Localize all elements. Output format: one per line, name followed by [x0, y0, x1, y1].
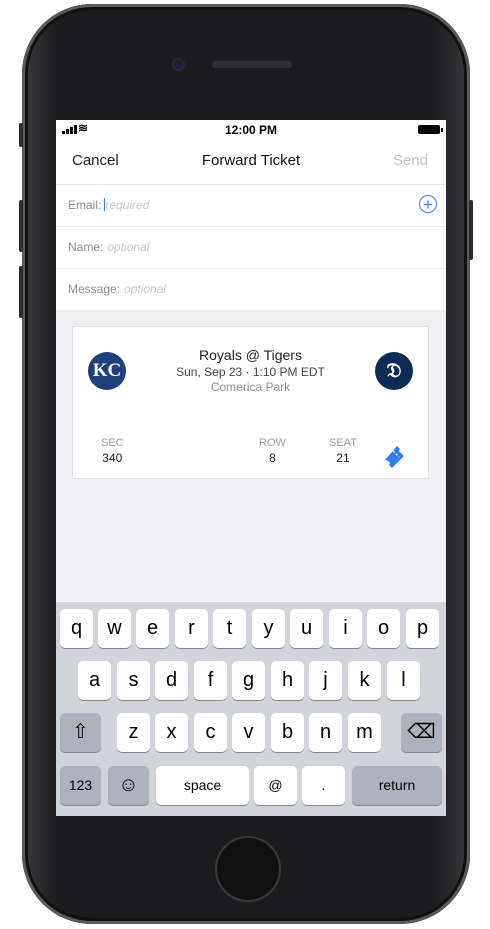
- key-q[interactable]: q: [60, 609, 93, 648]
- return-key[interactable]: return: [352, 766, 442, 805]
- forward-form: Email: required + Name: optional Message: o…: [56, 185, 446, 310]
- key-y[interactable]: y: [252, 609, 285, 648]
- key-w[interactable]: w: [98, 609, 131, 648]
- matchup: Royals @ Tigers: [199, 347, 302, 363]
- volume-up-button: [19, 200, 23, 252]
- numbers-key[interactable]: 123: [60, 766, 101, 805]
- email-placeholder: required: [105, 198, 150, 212]
- key-k[interactable]: k: [348, 661, 381, 700]
- ticket-icon: [385, 446, 404, 468]
- at-key[interactable]: @: [254, 766, 297, 805]
- message-label: Message: optional: [68, 282, 167, 296]
- status-bar: ≋ 12:00 PM: [56, 120, 446, 140]
- key-a[interactable]: a: [78, 661, 111, 700]
- venue: Comerica Park: [210, 380, 291, 394]
- key-t[interactable]: t: [213, 609, 246, 648]
- mute-switch: [19, 123, 23, 147]
- add-contact-button[interactable]: +: [419, 195, 437, 213]
- front-camera: [174, 60, 183, 69]
- key-v[interactable]: v: [232, 713, 265, 752]
- key-c[interactable]: c: [194, 713, 227, 752]
- key-u[interactable]: u: [290, 609, 323, 648]
- emoji-key[interactable]: ☺: [108, 766, 149, 805]
- section-info: SEC 340: [101, 437, 124, 465]
- message-placeholder: optional: [124, 282, 167, 296]
- send-button[interactable]: Send: [393, 152, 428, 169]
- page-title: Forward Ticket: [201, 152, 301, 169]
- battery-icon: [418, 125, 443, 134]
- key-s[interactable]: s: [117, 661, 150, 700]
- keyboard: q w e r t y u i o p a s d f g h j k l ⇧ …: [56, 602, 446, 816]
- key-f[interactable]: f: [194, 661, 227, 700]
- ticket-card: KC Royals @ Tigers Sun, Sep 23 · 1:10 PM…: [72, 326, 429, 479]
- key-z[interactable]: z: [117, 713, 150, 752]
- seat-info: SEAT 21: [329, 437, 357, 465]
- email-field[interactable]: Email: required +: [56, 185, 446, 227]
- email-label: Email: required: [68, 198, 150, 212]
- key-n[interactable]: n: [309, 713, 342, 752]
- navigation-bar: Cancel Forward Ticket Send: [56, 140, 446, 185]
- section-value: 340: [102, 451, 123, 465]
- space-key[interactable]: space: [156, 766, 249, 805]
- row-info: ROW 8: [259, 437, 286, 465]
- name-label: Name: optional: [68, 240, 150, 254]
- key-m[interactable]: m: [348, 713, 381, 752]
- key-g[interactable]: g: [232, 661, 265, 700]
- seat-value: 21: [336, 451, 350, 465]
- row-label: ROW: [259, 437, 286, 449]
- status-time: 12:00 PM: [224, 123, 278, 137]
- screen: ≋ 12:00 PM Cancel Forward Ticket Send Em…: [56, 120, 446, 816]
- key-p[interactable]: p: [406, 609, 439, 648]
- home-button[interactable]: [215, 836, 281, 902]
- message-field[interactable]: Message: optional: [56, 269, 446, 310]
- power-button: [469, 200, 473, 260]
- key-h[interactable]: h: [271, 661, 304, 700]
- key-r[interactable]: r: [175, 609, 208, 648]
- tigers-logo: 𝔇: [375, 352, 413, 390]
- seat-label: SEAT: [329, 437, 357, 449]
- shift-key[interactable]: ⇧: [60, 713, 101, 752]
- volume-down-button: [19, 266, 23, 318]
- delete-key[interactable]: ⌫: [401, 713, 442, 752]
- key-b[interactable]: b: [271, 713, 304, 752]
- key-i[interactable]: i: [329, 609, 362, 648]
- key-d[interactable]: d: [155, 661, 188, 700]
- name-placeholder: optional: [107, 240, 150, 254]
- key-x[interactable]: x: [155, 713, 188, 752]
- name-field[interactable]: Name: optional: [56, 227, 446, 269]
- earpiece-speaker: [212, 61, 292, 68]
- section-label: SEC: [101, 437, 124, 449]
- row-value: 8: [269, 451, 276, 465]
- key-l[interactable]: l: [387, 661, 420, 700]
- key-o[interactable]: o: [367, 609, 400, 648]
- key-e[interactable]: e: [136, 609, 169, 648]
- dot-key[interactable]: .: [302, 766, 345, 805]
- key-j[interactable]: j: [309, 661, 342, 700]
